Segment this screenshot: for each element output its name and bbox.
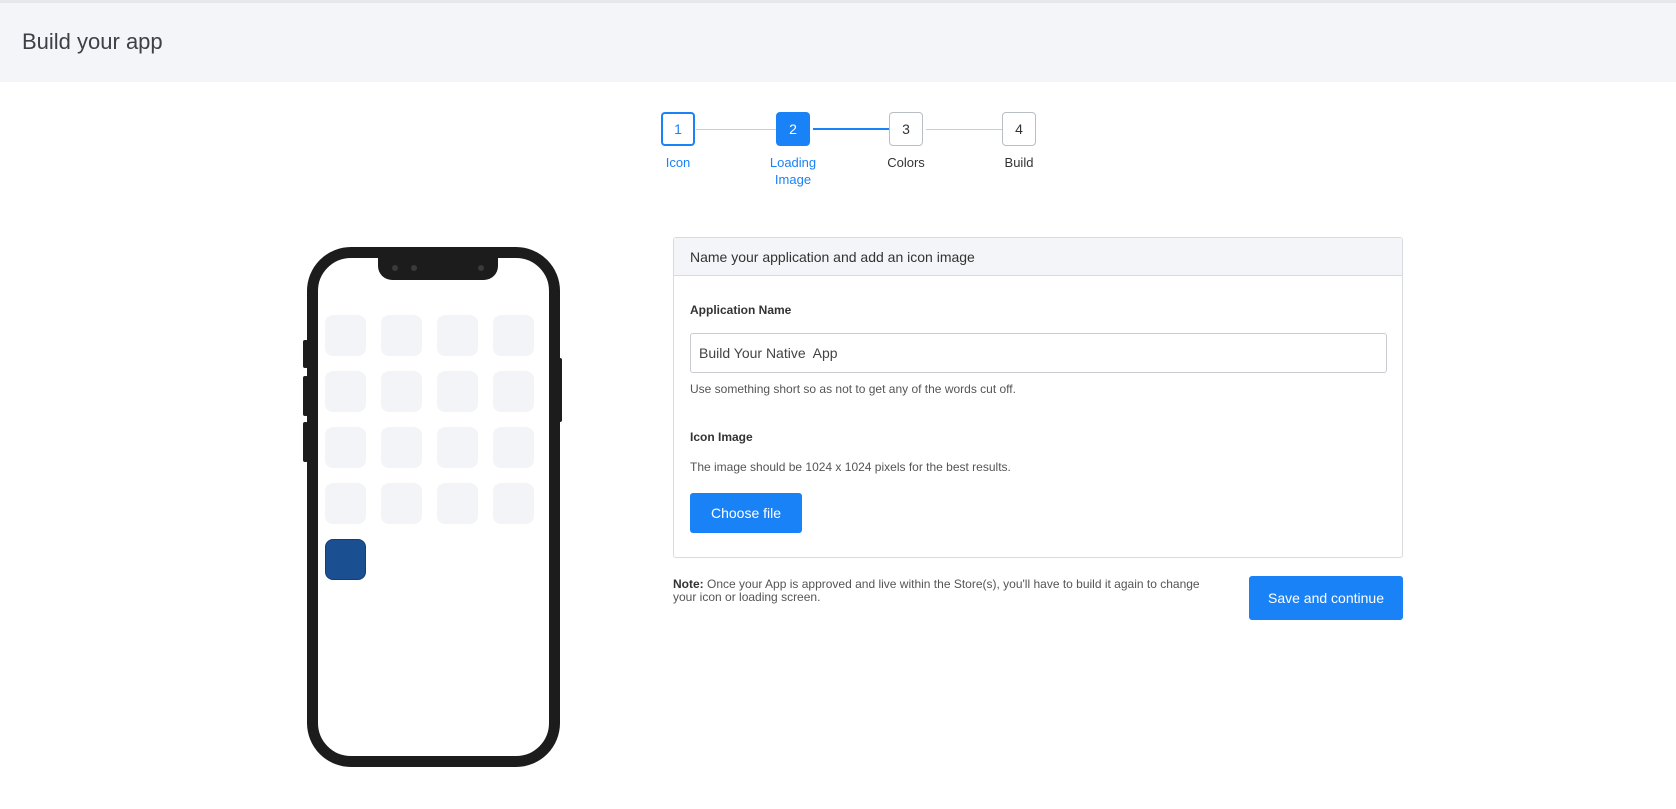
app-tile [381,315,422,356]
step-label: Loading Image [769,155,817,187]
icon-image-label: Icon Image [690,430,753,444]
step-loading-image[interactable]: 2 Loading Image [753,112,833,188]
note-body: Once your App is approved and live withi… [673,577,1200,604]
step-number: 1 [661,112,695,146]
camera-dot [411,265,417,271]
card-header: Name your application and add an icon im… [674,238,1402,276]
step-number: 4 [1002,112,1036,146]
app-tile [325,371,366,412]
step-number: 3 [889,112,923,146]
app-tile [325,427,366,468]
step-colors[interactable]: 3 Colors [866,112,946,171]
page-title: Build your app [22,29,163,54]
app-tile [381,427,422,468]
step-label: Icon [665,155,691,170]
stepper: 1 Icon 2 Loading Image 3 Colors 4 Build [640,112,1040,192]
note-prefix: Note: [673,577,704,591]
page-header: Build your app [0,3,1676,82]
icon-image-help: The image should be 1024 x 1024 pixels f… [690,460,1011,474]
app-tile [493,427,534,468]
app-tile [493,371,534,412]
step-number: 2 [776,112,810,146]
app-tile [325,315,366,356]
note-text: Note: Once your App is approved and live… [673,578,1203,604]
app-tile [437,315,478,356]
app-tile [437,483,478,524]
step-icon[interactable]: 1 Icon [638,112,718,171]
app-tile [493,315,534,356]
step-build[interactable]: 4 Build [979,112,1059,171]
app-tile [325,483,366,524]
save-and-continue-button[interactable]: Save and continue [1249,576,1403,620]
phone-preview [307,247,560,767]
app-details-card: Name your application and add an icon im… [673,237,1403,558]
choose-file-button[interactable]: Choose file [690,493,802,533]
app-name-label: Application Name [690,303,792,317]
step-label: Build [1004,155,1034,170]
step-label: Colors [887,155,925,170]
app-name-input[interactable] [690,333,1387,373]
app-tile [493,483,534,524]
app-icon-preview [325,539,366,580]
app-tile [381,371,422,412]
camera-dot [392,265,398,271]
app-name-help: Use something short so as not to get any… [690,382,1016,396]
app-tile [437,427,478,468]
camera-dot [478,265,484,271]
phone-notch [378,256,498,280]
app-tile [381,483,422,524]
app-tile [437,371,478,412]
